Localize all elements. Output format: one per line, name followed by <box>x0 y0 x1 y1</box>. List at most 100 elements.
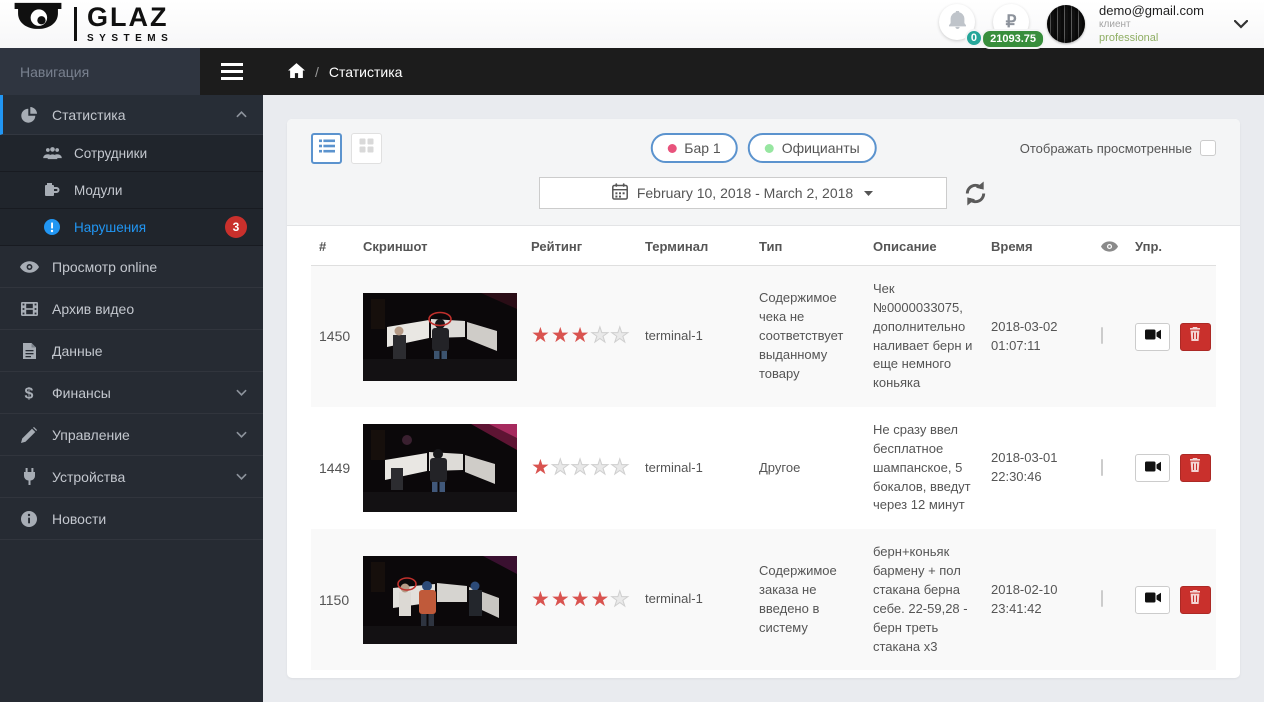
sidebar-item-finances[interactable]: $ Финансы <box>0 372 263 414</box>
filter-tag-waiters[interactable]: Официанты <box>748 133 877 163</box>
sidebar-item-video-archive[interactable]: Архив видео <box>0 288 263 330</box>
info-icon <box>19 511 39 527</box>
video-camera-icon <box>1145 459 1161 478</box>
user-plan: professional <box>1099 32 1204 46</box>
user-info: demo@gmail.com клиент professional <box>1099 3 1204 46</box>
violation-description: Чек №0000033075, дополнительно наливает … <box>865 266 983 408</box>
video-camera-icon <box>1145 590 1161 609</box>
violation-type: Другое <box>751 407 865 529</box>
brand-subtitle: SYSTEMS <box>87 34 173 44</box>
rating-stars: ★★★★★ <box>531 594 630 609</box>
dollar-icon: $ <box>19 384 39 402</box>
violation-type: Содержимое заказа не введено в систему <box>751 529 865 670</box>
column-header-time: Время <box>983 226 1093 266</box>
video-camera-icon <box>1145 327 1161 346</box>
sidebar-item-label: Нарушения <box>74 220 146 235</box>
violation-screenshot[interactable] <box>363 424 517 512</box>
violations-count-badge: 3 <box>225 216 247 238</box>
users-icon <box>42 147 62 160</box>
sidebar-item-label: Просмотр online <box>52 259 157 275</box>
tag-color-dot <box>765 144 774 153</box>
sidebar-item-online-view[interactable]: Просмотр online <box>0 246 263 288</box>
document-icon <box>19 343 39 359</box>
table-row: 1449 <box>311 407 1216 529</box>
sidebar-item-statistics[interactable]: Статистика <box>0 95 263 135</box>
show-viewed-checkbox[interactable] <box>1200 140 1216 156</box>
column-header-description: Описание <box>865 226 983 266</box>
user-menu-chevron-down-icon[interactable] <box>1234 20 1248 29</box>
filters-panel: Бар 1 Официанты Отображать просмотренные <box>287 119 1240 226</box>
pencil-icon <box>19 427 39 443</box>
table-header-row: # Скриншот Рейтинг Терминал Тип Описание… <box>311 226 1216 266</box>
sidebar-item-label: Данные <box>52 343 103 359</box>
delete-button[interactable] <box>1180 323 1211 351</box>
violations-table: # Скриншот Рейтинг Терминал Тип Описание… <box>311 226 1216 670</box>
tag-label: Бар 1 <box>684 140 720 156</box>
plug-icon <box>19 468 39 485</box>
svg-text:$: $ <box>25 385 34 402</box>
column-header-screenshot: Скриншот <box>355 226 523 266</box>
brand-logo[interactable]: GLAZ SYSTEMS <box>0 2 173 47</box>
violation-terminal: terminal-1 <box>637 266 751 408</box>
user-avatar[interactable] <box>1047 5 1085 43</box>
dome-camera-icon <box>12 2 64 47</box>
bell-icon <box>949 11 966 34</box>
column-header-terminal: Терминал <box>637 226 751 266</box>
violations-card: Бар 1 Официанты Отображать просмотренные <box>287 119 1240 678</box>
column-header-type: Тип <box>751 226 865 266</box>
sidebar-item-label: Архив видео <box>52 301 134 317</box>
sidebar-item-employees[interactable]: Сотрудники <box>0 135 263 172</box>
viewed-checkbox[interactable] <box>1101 327 1103 344</box>
sidebar-item-devices[interactable]: Устройства <box>0 456 263 498</box>
modules-icon <box>42 183 62 197</box>
trash-icon <box>1189 327 1201 347</box>
sidebar-item-label: Сотрудники <box>74 146 147 161</box>
chevron-down-icon <box>236 431 247 438</box>
sidebar-item-violations[interactable]: Нарушения 3 <box>0 209 263 246</box>
chevron-up-icon <box>236 111 247 118</box>
violation-id: 1449 <box>311 407 355 529</box>
watch-video-button[interactable] <box>1135 586 1170 614</box>
rating-stars: ★★★★★ <box>531 462 630 477</box>
delete-button[interactable] <box>1180 454 1211 482</box>
breadcrumb-separator: / <box>315 64 319 80</box>
rating-stars: ★★★★★ <box>531 330 630 345</box>
date-range-picker[interactable]: February 10, 2018 - March 2, 2018 <box>539 177 947 209</box>
watch-video-button[interactable] <box>1135 323 1170 351</box>
violation-screenshot[interactable] <box>363 293 517 381</box>
violation-time: 2018-03-02 01:07:11 <box>983 266 1093 408</box>
sidebar-item-management[interactable]: Управление <box>0 414 263 456</box>
viewed-checkbox[interactable] <box>1101 590 1103 607</box>
show-viewed-label: Отображать просмотренные <box>1020 141 1192 156</box>
table-row: 1450 <box>311 266 1216 408</box>
top-header: GLAZ SYSTEMS 0 ₽ 21093.75 demo@gmail.com <box>0 0 1264 48</box>
chevron-down-icon <box>236 389 247 396</box>
column-header-actions: Упр. <box>1127 226 1216 266</box>
refresh-button[interactable] <box>962 180 989 207</box>
watch-video-button[interactable] <box>1135 454 1170 482</box>
sidebar-toggle-button[interactable] <box>200 48 263 95</box>
list-view-button[interactable] <box>311 133 342 164</box>
film-icon <box>19 302 39 316</box>
column-header-id: # <box>311 226 355 266</box>
trash-icon <box>1189 458 1201 478</box>
violation-screenshot[interactable] <box>363 556 517 644</box>
notifications-button[interactable]: 0 <box>939 4 979 44</box>
user-role: клиент <box>1099 19 1204 32</box>
breadcrumb: / Статистика <box>263 48 1264 95</box>
sidebar-item-news[interactable]: Новости <box>0 498 263 540</box>
eye-icon <box>19 261 39 273</box>
home-icon[interactable] <box>288 63 305 81</box>
viewed-checkbox[interactable] <box>1101 459 1103 476</box>
main-content: Бар 1 Официанты Отображать просмотренные <box>263 95 1264 702</box>
sidebar-item-label: Устройства <box>52 469 125 485</box>
grid-view-icon <box>359 138 374 158</box>
sidebar-item-modules[interactable]: Модули <box>0 172 263 209</box>
balance-button[interactable]: ₽ 21093.75 <box>993 4 1033 44</box>
violation-description: берн+коньяк бармену + пол стакана берна … <box>865 529 983 670</box>
sidebar-item-data[interactable]: Данные <box>0 330 263 372</box>
delete-button[interactable] <box>1180 586 1211 614</box>
brand-divider <box>74 7 77 41</box>
filter-tag-bar1[interactable]: Бар 1 <box>650 133 737 163</box>
grid-view-button[interactable] <box>351 133 382 164</box>
